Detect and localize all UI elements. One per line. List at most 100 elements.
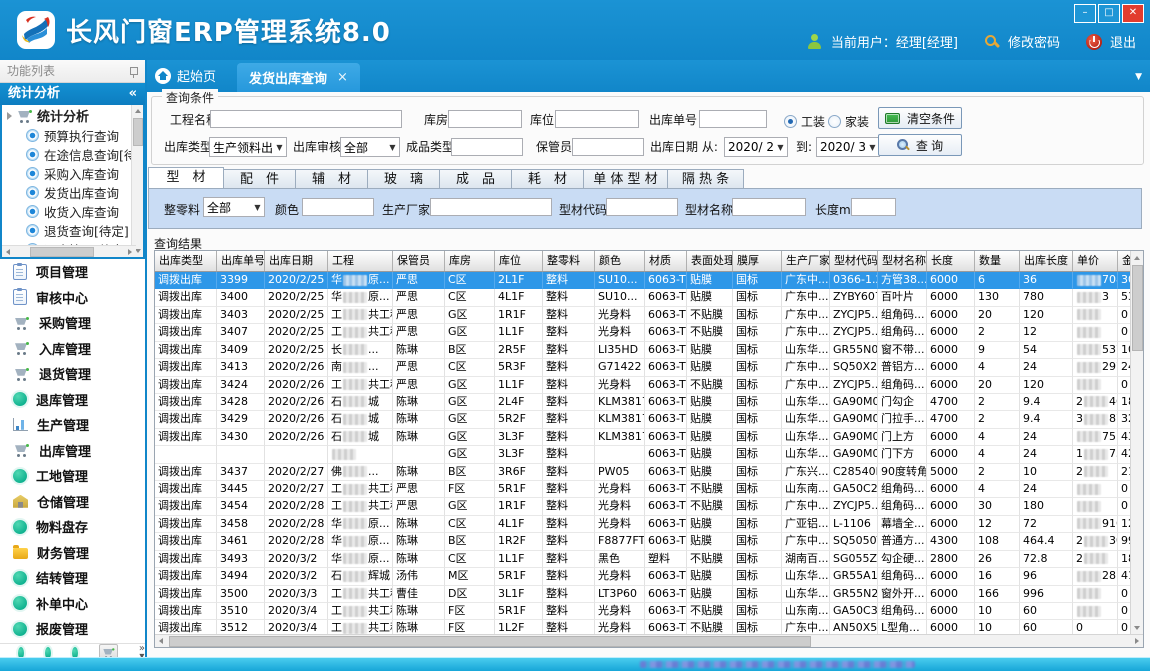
sidebar-group-审核中心[interactable]: 审核中心 <box>0 285 145 311</box>
table-row[interactable]: 调拨出库34542020/2/28工共工程严思G区1R1F整料光身料6063-T… <box>155 498 1143 515</box>
profile-name-input[interactable] <box>732 198 806 216</box>
profile-code-input[interactable] <box>606 198 678 216</box>
outbound-audit-combo[interactable]: 全部▼ <box>340 137 400 157</box>
sidebar-tree-item[interactable]: 在途信息查询[待 <box>2 145 143 164</box>
table-row[interactable]: 调拨出库34582020/2/28华原...陈琳C区4L1F整料光身料6063-… <box>155 516 1143 533</box>
column-header[interactable]: 出库日期 <box>265 251 328 271</box>
column-header[interactable]: 出库单号 <box>217 251 265 271</box>
table-row[interactable]: 调拨出库34452020/2/27工共工程严思F区5R1F整料光身料6063-T… <box>155 481 1143 498</box>
table-row[interactable]: 调拨出库35102020/3/4工共工程陈琳F区5R1F整料光身料6063-T5… <box>155 603 1143 620</box>
column-header[interactable]: 型材代码 <box>830 251 878 271</box>
product-type-input[interactable] <box>451 138 523 156</box>
column-header[interactable]: 膜厚 <box>733 251 782 271</box>
radio-workwear[interactable]: 工装 <box>784 113 825 130</box>
column-header[interactable]: 颜色 <box>595 251 645 271</box>
expander-icon[interactable] <box>7 112 12 120</box>
location-input[interactable] <box>555 110 639 128</box>
grid-vertical-scrollbar[interactable] <box>1130 251 1143 635</box>
table-row[interactable]: 调拨出库34282020/2/26石城陈琳G区2L4F整料KLM38176063… <box>155 394 1143 411</box>
maximize-button[interactable]: □ <box>1098 4 1120 23</box>
table-row[interactable]: 调拨出库34072020/2/25工共工程严思G区1L1F整料光身料6063-T… <box>155 324 1143 341</box>
sidebar-section-header[interactable]: 统计分析 « <box>0 83 145 105</box>
material-tab-7[interactable]: 单 体 型 材 <box>584 169 668 189</box>
minimize-button[interactable]: – <box>1074 4 1096 23</box>
radio-homewear[interactable]: 家装 <box>828 113 869 130</box>
sidebar-group-退货管理[interactable]: 退货管理 <box>0 361 145 387</box>
length-input[interactable] <box>851 198 896 216</box>
whole-piece-combo[interactable]: 全部▼ <box>203 197 265 217</box>
sidebar-group-退库管理[interactable]: 退库管理 <box>0 387 145 413</box>
column-header[interactable]: 整零料 <box>543 251 595 271</box>
material-tab-8[interactable]: 隔 热 条 <box>668 169 744 189</box>
sidebar-group-财务管理[interactable]: 财务管理 <box>0 540 145 566</box>
sidebar-group-仓储管理[interactable]: 仓储管理 <box>0 489 145 515</box>
tab-overflow-icon[interactable]: ▼ <box>1135 72 1142 82</box>
tab-home[interactable]: 起始页 <box>155 66 216 85</box>
table-row[interactable]: G区3L3F整料6063-T5贴膜国标山东华...GA90M09.门下方6000… <box>155 446 1143 463</box>
collapse-icon[interactable]: « <box>129 83 137 105</box>
sidebar-group-出库管理[interactable]: 出库管理 <box>0 438 145 464</box>
sidebar-group-项目管理[interactable]: 项目管理 <box>0 259 145 285</box>
sidebar-tree-item[interactable]: 收货入库查询 <box>2 202 143 221</box>
column-header[interactable]: 工程 <box>328 251 393 271</box>
tree-root-node[interactable]: 统计分析 <box>2 105 143 126</box>
material-tab-6[interactable]: 耗 材 <box>512 169 584 189</box>
column-header[interactable]: 单价 <box>1073 251 1118 271</box>
sidebar-group-物料盘存[interactable]: 物料盘存 <box>0 514 145 540</box>
table-row[interactable]: 调拨出库34132020/2/26南...严思C区5R3F整料G71422606… <box>155 359 1143 376</box>
keeper-input[interactable] <box>572 138 644 156</box>
column-header[interactable]: 数量 <box>975 251 1020 271</box>
close-tab-icon[interactable]: × <box>337 70 348 85</box>
tab-shipment-outbound-query[interactable]: 发货出库查询 × <box>237 63 360 92</box>
column-header[interactable]: 出库长度 <box>1020 251 1073 271</box>
table-row[interactable]: 调拨出库34612020/2/28华原...陈琳B区1R2F整料F8877FT6… <box>155 533 1143 550</box>
close-button[interactable]: ✕ <box>1122 4 1144 23</box>
color-input[interactable] <box>302 198 374 216</box>
logout-link[interactable]: 退出 <box>1110 32 1136 51</box>
sidebar-group-报废管理[interactable]: 报废管理 <box>0 616 145 642</box>
table-row[interactable]: 调拨出库34302020/2/26石城陈琳G区3L3F整料KLM38176063… <box>155 429 1143 446</box>
column-header[interactable]: 库位 <box>495 251 543 271</box>
sidebar-tree-item[interactable]: 退货查询[待定] <box>2 221 143 240</box>
table-row[interactable]: 调拨出库34092020/2/25长...陈琳B区2R5F整料LI35HD606… <box>155 342 1143 359</box>
tree-horizontal-scrollbar[interactable] <box>2 245 136 257</box>
column-header[interactable]: 生产厂家 <box>782 251 830 271</box>
search-button[interactable]: 查 询 <box>878 134 962 156</box>
table-row[interactable]: 调拨出库34032020/2/25工共工程严思G区1R1F整料光身料6063-T… <box>155 307 1143 324</box>
sidebar-group-结转管理[interactable]: 结转管理 <box>0 565 145 591</box>
sidebar-tree-item[interactable]: 发货出库查询 <box>2 183 143 202</box>
change-password-link[interactable]: 修改密码 <box>1008 32 1060 51</box>
column-header[interactable]: 材质 <box>645 251 687 271</box>
grid-horizontal-scrollbar[interactable] <box>155 634 1143 647</box>
table-row[interactable]: 调拨出库34372020/2/27佛...陈琳B区3R6F整料PW056063-… <box>155 464 1143 481</box>
tree-vertical-scrollbar[interactable] <box>131 105 143 257</box>
date-to-picker[interactable]: 2020/ 3/16▼ <box>816 137 880 157</box>
pin-icon[interactable] <box>130 67 138 75</box>
sidebar-group-补单中心[interactable]: 补单中心 <box>0 591 145 617</box>
column-header[interactable]: 表面处理 <box>687 251 733 271</box>
warehouse-input[interactable] <box>448 110 522 128</box>
material-tab-5[interactable]: 成 品 <box>440 169 512 189</box>
clear-conditions-button[interactable]: 清空条件 <box>878 107 962 129</box>
material-tab-1[interactable]: 型 材 <box>148 167 224 189</box>
column-header[interactable]: 库房 <box>445 251 495 271</box>
sidebar-group-工地管理[interactable]: 工地管理 <box>0 463 145 489</box>
table-row[interactable]: 调拨出库33992020/2/25华原...严思C区2L1F整料SU10...6… <box>155 272 1143 289</box>
date-from-picker[interactable]: 2020/ 2/16▼ <box>724 137 788 157</box>
material-tab-3[interactable]: 辅 材 <box>296 169 368 189</box>
table-row[interactable]: 调拨出库34242020/2/26工共工程严思G区1L1F整料光身料6063-T… <box>155 377 1143 394</box>
table-row[interactable]: 调拨出库34292020/2/26石城陈琳G区5R2F整料KLM38176063… <box>155 411 1143 428</box>
order-no-input[interactable] <box>699 110 767 128</box>
column-header[interactable]: 长度 <box>927 251 975 271</box>
sidebar-tree-item[interactable]: 采购入库查询 <box>2 164 143 183</box>
table-row[interactable]: 调拨出库34002020/2/25华原...严思C区4L1F整料SU10...6… <box>155 289 1143 306</box>
material-tab-4[interactable]: 玻 璃 <box>368 169 440 189</box>
table-row[interactable]: 调拨出库35002020/3/3工共工程曹佳D区3L1F整料LT3P606063… <box>155 586 1143 603</box>
factory-input[interactable] <box>430 198 552 216</box>
table-row[interactable]: 调拨出库34942020/3/2石辉城汤伟M区5R1F整料光身料6063-T5贴… <box>155 568 1143 585</box>
sidebar-tree-item[interactable]: 预算执行查询 <box>2 126 143 145</box>
column-header[interactable]: 保管员 <box>393 251 445 271</box>
material-tab-2[interactable]: 配 件 <box>224 169 296 189</box>
sidebar-group-采购管理[interactable]: 采购管理 <box>0 310 145 336</box>
sidebar-group-生产管理[interactable]: 生产管理 <box>0 412 145 438</box>
